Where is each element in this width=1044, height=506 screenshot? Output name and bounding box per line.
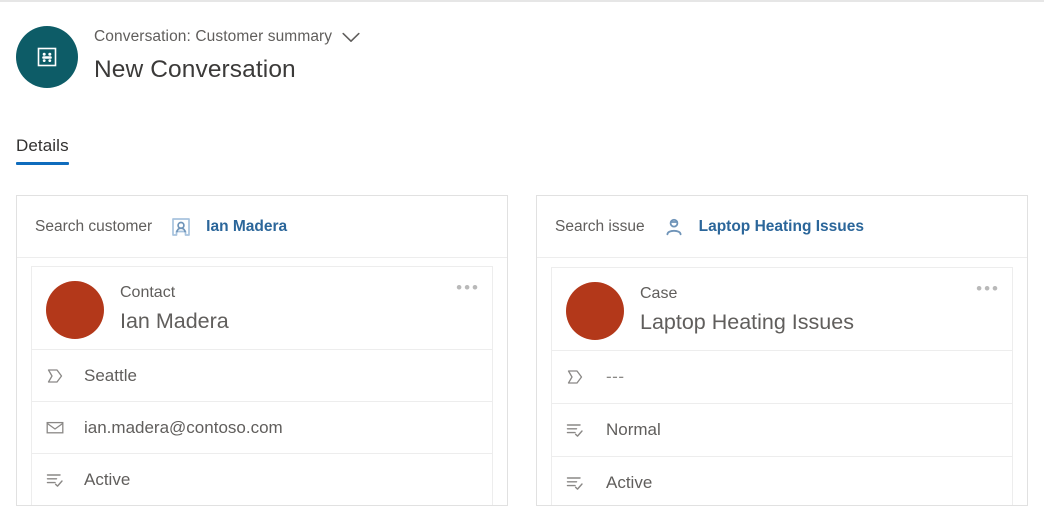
issue-summary-card: Search issue Laptop Heating Issues Case … xyxy=(536,195,1028,506)
table-row: --- xyxy=(552,350,1012,403)
case-record-name: Laptop Heating Issues xyxy=(640,310,854,334)
contact-record-name: Ian Madera xyxy=(120,309,229,333)
contact-record-titles: Contact Ian Madera xyxy=(120,281,229,336)
search-customer-value[interactable]: Ian Madera xyxy=(206,218,287,236)
case-field-subject: --- xyxy=(606,367,625,386)
table-row: Active xyxy=(32,453,492,505)
avatar xyxy=(46,281,104,339)
case-overflow-menu-icon[interactable]: ••• xyxy=(976,280,1000,297)
table-row: Seattle xyxy=(32,349,492,401)
search-issue-row: Search issue Laptop Heating Issues xyxy=(537,196,1027,258)
status-icon xyxy=(562,475,588,491)
page-header: Conversation: Customer summary New Conve… xyxy=(0,22,1044,100)
search-customer-label: Search customer xyxy=(35,217,153,235)
page-title: New Conversation xyxy=(94,56,296,83)
contact-field-status: Active xyxy=(84,469,131,489)
contact-field-location: Seattle xyxy=(84,365,137,385)
status-icon xyxy=(42,472,68,488)
case-record-header: Case Laptop Heating Issues ••• xyxy=(552,268,1012,350)
table-row: Active xyxy=(552,456,1012,505)
contact-field-email: ian.madera@contoso.com xyxy=(84,417,283,437)
header-subtitle-row: Conversation: Customer summary xyxy=(94,26,360,48)
case-field-status: Active xyxy=(606,473,653,492)
tag-icon xyxy=(42,368,68,384)
customer-summary-card: Search customer Ian Madera Contact Ian M… xyxy=(16,195,508,506)
contact-record-header: Contact Ian Madera ••• xyxy=(32,267,492,349)
search-issue-value[interactable]: Laptop Heating Issues xyxy=(699,218,864,236)
tab-strip: Details xyxy=(16,136,69,165)
case-person-icon xyxy=(663,216,685,238)
tab-details[interactable]: Details xyxy=(16,136,69,165)
table-row: ian.madera@contoso.com xyxy=(32,401,492,453)
tag-icon xyxy=(562,369,588,385)
case-record-type: Case xyxy=(640,285,678,302)
header-subtitle: Conversation: Customer summary xyxy=(94,28,333,45)
case-record-titles: Case Laptop Heating Issues xyxy=(640,282,854,337)
table-row: Normal xyxy=(552,403,1012,456)
conversation-icon xyxy=(16,26,78,88)
contact-card-icon xyxy=(170,216,192,238)
header-text-block: Conversation: Customer summary New Conve… xyxy=(94,22,360,84)
contact-record-type: Contact xyxy=(120,284,176,301)
case-field-priority: Normal xyxy=(606,420,661,439)
contact-record-panel: Contact Ian Madera ••• Seattle ian.mader… xyxy=(31,266,493,505)
case-record-panel: Case Laptop Heating Issues ••• --- Norma… xyxy=(551,267,1013,505)
avatar xyxy=(566,282,624,340)
contact-overflow-menu-icon[interactable]: ••• xyxy=(456,279,480,296)
mail-icon xyxy=(42,420,68,435)
top-divider xyxy=(0,0,1044,2)
search-customer-row: Search customer Ian Madera xyxy=(17,196,507,258)
search-issue-label: Search issue xyxy=(555,217,645,235)
status-icon xyxy=(562,422,588,438)
chevron-down-icon[interactable] xyxy=(342,32,360,43)
cards-container: Search customer Ian Madera Contact Ian M… xyxy=(16,195,1028,506)
